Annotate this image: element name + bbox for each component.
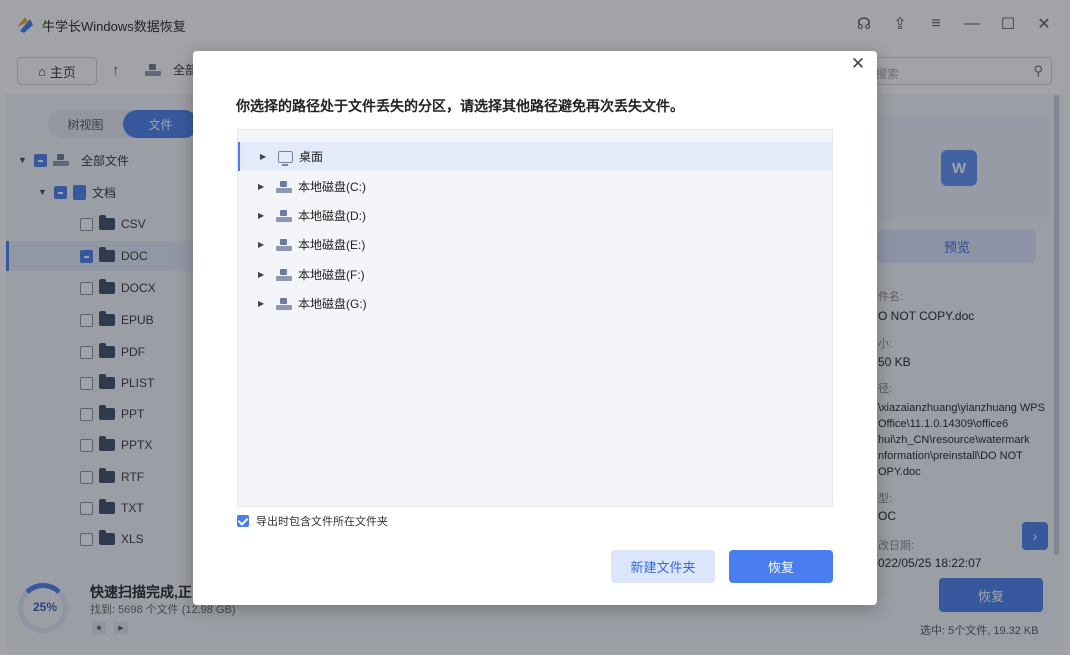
drive-icon	[276, 268, 292, 281]
folder-item-label: 本地磁盘(D:)	[298, 209, 366, 223]
folder-item-label: 本地磁盘(E:)	[298, 238, 366, 252]
folder-item-drive-g[interactable]: ▶ 本地磁盘(G:)	[238, 289, 832, 318]
folder-tree: ▶ 桌面 ▶ 本地磁盘(C:) ▶ 本地磁盘(D:) ▶ 本地磁盘(E:) ▶ …	[237, 129, 833, 507]
include-folder-option[interactable]: 导出时包含文件所在文件夹	[237, 513, 388, 529]
choose-path-dialog: ✕ 你选择的路径处于文件丢失的分区，请选择其他路径避免再次丢失文件。 ▶ 桌面 …	[193, 51, 877, 605]
drive-icon	[276, 180, 292, 193]
drive-icon	[276, 238, 292, 251]
dialog-title: 你选择的路径处于文件丢失的分区，请选择其他路径避免再次丢失文件。	[236, 98, 684, 114]
drive-icon	[276, 209, 292, 222]
folder-item-label: 桌面	[299, 150, 324, 164]
close-icon[interactable]: ✕	[849, 54, 867, 73]
drive-icon	[276, 297, 292, 310]
folder-item-drive-f[interactable]: ▶ 本地磁盘(F:)	[238, 260, 832, 289]
caret-right-icon[interactable]: ▶	[258, 270, 266, 279]
caret-right-icon[interactable]: ▶	[258, 299, 266, 308]
folder-item-label: 本地磁盘(C:)	[298, 180, 366, 194]
caret-right-icon[interactable]: ▶	[258, 211, 266, 220]
dialog-recover-button[interactable]: 恢复	[729, 550, 833, 583]
caret-right-icon[interactable]: ▶	[258, 182, 266, 191]
desktop-icon	[278, 150, 293, 166]
new-folder-button[interactable]: 新建文件夹	[611, 550, 715, 583]
folder-item-drive-e[interactable]: ▶ 本地磁盘(E:)	[238, 230, 832, 259]
folder-item-drive-c[interactable]: ▶ 本地磁盘(C:)	[238, 172, 832, 201]
include-folder-label: 导出时包含文件所在文件夹	[256, 516, 388, 528]
folder-item-drive-d[interactable]: ▶ 本地磁盘(D:)	[238, 201, 832, 230]
folder-item-desktop[interactable]: ▶ 桌面	[238, 142, 832, 171]
folder-item-label: 本地磁盘(G:)	[298, 297, 367, 311]
include-folder-checkbox[interactable]	[237, 515, 249, 527]
folder-item-label: 本地磁盘(F:)	[298, 268, 365, 282]
caret-right-icon[interactable]: ▶	[260, 152, 268, 161]
caret-right-icon[interactable]: ▶	[258, 240, 266, 249]
